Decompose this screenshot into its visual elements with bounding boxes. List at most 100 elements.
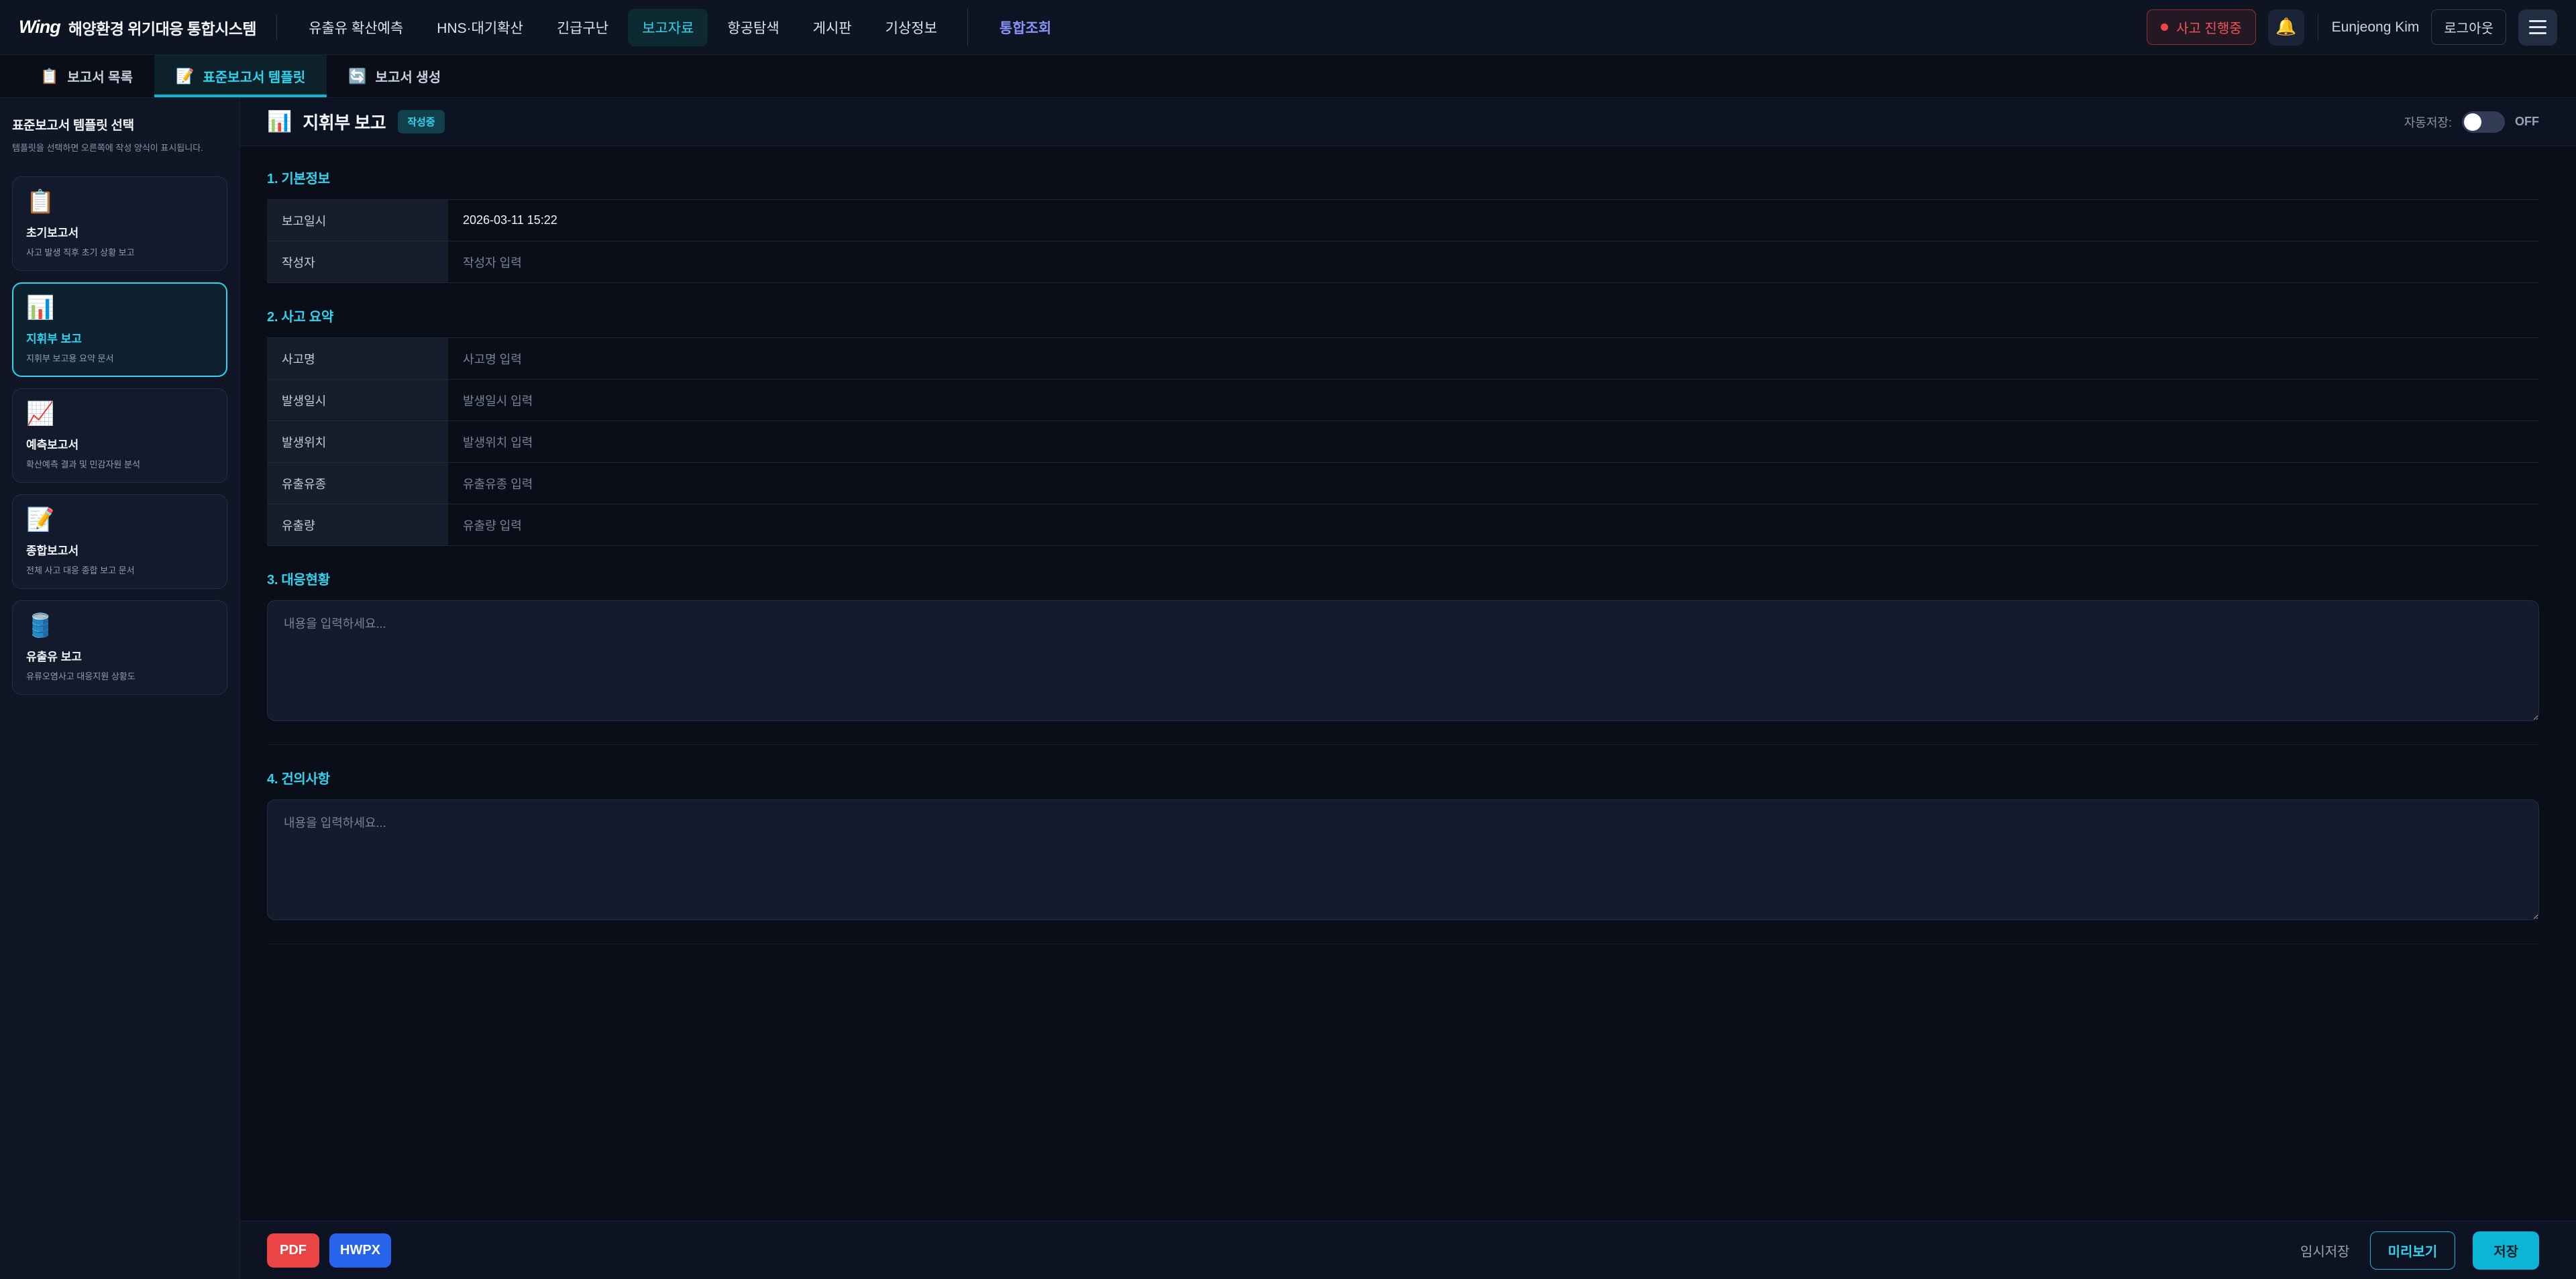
section-title-suggestions: 4. 건의사항 (267, 768, 2539, 787)
nav-item-aerial-search[interactable]: 항공탐색 (713, 9, 793, 46)
bar-chart-icon: 📊 (26, 296, 213, 319)
logout-button[interactable]: 로그아웃 (2431, 9, 2506, 45)
section-title-basic-info: 1. 기본정보 (267, 168, 2539, 187)
autosave-control: 자동저장: OFF (2404, 111, 2539, 133)
autosave-state: OFF (2515, 115, 2539, 129)
preview-button[interactable]: 미리보기 (2370, 1231, 2456, 1270)
incident-summary-table: 사고명 사고명 입력 발생일시 발생일시 입력 발생위치 발생위치 입력 유출유… (267, 337, 2539, 546)
tab-report-generate-label: 보고서 생성 (376, 66, 441, 86)
incident-dot-icon (2161, 23, 2168, 31)
suggestions-textarea[interactable] (267, 799, 2539, 920)
nav-separator (276, 15, 277, 40)
app-title: 해양환경 위기대응 통합시스템 (68, 16, 256, 39)
memo-icon: 📝 (26, 508, 213, 531)
export-hwpx-button[interactable]: HWPX (329, 1233, 391, 1268)
template-desc: 사고 발생 직후 초기 상황 보고 (26, 245, 213, 258)
notification-button[interactable]: 🔔 (2268, 9, 2304, 46)
temp-save-button[interactable]: 임시저장 (2298, 1233, 2353, 1268)
export-pdf-button[interactable]: PDF (267, 1233, 319, 1268)
report-footer-bar: PDF HWPX 임시저장 미리보기 저장 (240, 1221, 2576, 1279)
template-card-command-report[interactable]: 📊 지휘부 보고 지휘부 보고용 요약 문서 (12, 282, 227, 377)
field-input-spill-amount[interactable]: 유출량 입력 (448, 504, 2539, 546)
topnav-right-group: 사고 진행중 🔔 Eunjeong Kim 로그아웃 (2147, 9, 2557, 46)
response-status-textarea[interactable] (267, 600, 2539, 721)
autosave-toggle[interactable] (2462, 111, 2505, 133)
template-card-prediction-report[interactable]: 📈 예측보고서 확산예측 결과 및 민감자원 분석 (12, 388, 227, 483)
tab-report-list-label: 보고서 목록 (67, 66, 133, 86)
template-title: 유출유 보고 (26, 647, 213, 664)
report-tabbar: 📋 보고서 목록 📝 표준보고서 템플릿 🔄 보고서 생성 (0, 55, 2576, 98)
incident-in-progress-badge[interactable]: 사고 진행중 (2147, 9, 2256, 45)
autosave-label: 자동저장: (2404, 113, 2452, 131)
field-label-author: 작성자 (267, 241, 448, 283)
field-value-report-datetime[interactable]: 2026-03-11 15:22 (448, 200, 2539, 241)
field-label-report-datetime: 보고일시 (267, 200, 448, 241)
nav-item-emergency-rescue[interactable]: 긴급구난 (543, 9, 623, 46)
table-row: 발생일시 발생일시 입력 (267, 380, 2539, 421)
basic-info-table: 보고일시 2026-03-11 15:22 작성자 작성자 입력 (267, 199, 2539, 283)
bar-chart-icon: 📊 (267, 110, 292, 133)
sidebar-subtitle: 템플릿을 선택하면 오른쪽에 작성 양식이 표시됩니다. (12, 141, 227, 154)
template-desc: 확산예측 결과 및 민감자원 분석 (26, 457, 213, 470)
table-row: 유출유종 유출유종 입력 (267, 463, 2539, 504)
section-title-incident-summary: 2. 사고 요약 (267, 306, 2539, 325)
toggle-knob (2464, 113, 2481, 131)
hamburger-icon (2529, 20, 2546, 22)
field-label-incident-name: 사고명 (267, 338, 448, 380)
refresh-icon: 🔄 (348, 68, 366, 85)
field-input-occurrence-datetime[interactable]: 발생일시 입력 (448, 380, 2539, 421)
field-label-occurrence-datetime: 발생일시 (267, 380, 448, 421)
tab-report-list[interactable]: 📋 보고서 목록 (19, 55, 154, 97)
app-logo: Wing 해양환경 위기대응 통합시스템 (19, 16, 256, 39)
clipboard-icon: 📋 (26, 190, 213, 213)
template-desc: 전체 사고 대응 종합 보고 문서 (26, 563, 213, 576)
report-form: 1. 기본정보 보고일시 2026-03-11 15:22 작성자 작성자 입력… (240, 146, 2576, 1221)
oil-drum-icon: 🛢️ (26, 614, 213, 637)
nav-item-oil-spill-prediction[interactable]: 유출유 확산예측 (294, 9, 417, 46)
nav-accent-group: 통합조회 (967, 9, 1065, 46)
tab-report-generate[interactable]: 🔄 보고서 생성 (327, 55, 462, 97)
field-input-oil-type[interactable]: 유출유종 입력 (448, 463, 2539, 504)
status-badge-draft: 작성중 (398, 110, 444, 133)
export-buttons: PDF HWPX (267, 1233, 391, 1268)
report-header: 📊 지휘부 보고 작성중 자동저장: OFF (240, 98, 2576, 146)
sidebar-title: 표준보고서 템플릿 선택 (12, 115, 227, 133)
table-row: 유출량 유출량 입력 (267, 504, 2539, 546)
template-card-oil-spill-report[interactable]: 🛢️ 유출유 보고 유류오염사고 대응지원 상황도 (12, 600, 227, 695)
report-title: 지휘부 보고 (303, 109, 386, 134)
tab-standard-template-label: 표준보고서 템플릿 (203, 66, 305, 86)
template-title: 초기보고서 (26, 223, 213, 240)
template-title: 종합보고서 (26, 541, 213, 558)
template-desc: 지휘부 보고용 요약 문서 (26, 351, 213, 364)
table-row: 사고명 사고명 입력 (267, 338, 2539, 380)
user-name: Eunjeong Kim (2332, 19, 2420, 36)
chart-increasing-icon: 📈 (26, 402, 213, 425)
memo-icon: 📝 (176, 68, 194, 85)
section-title-response-status: 3. 대응현황 (267, 569, 2539, 588)
section-divider (267, 744, 2539, 745)
field-input-incident-name[interactable]: 사고명 입력 (448, 338, 2539, 380)
field-label-oil-type: 유출유종 (267, 463, 448, 504)
table-row: 발생위치 발생위치 입력 (267, 421, 2539, 463)
main-menu: 유출유 확산예측 HNS·대기확산 긴급구난 보고자료 항공탐색 게시판 기상정… (294, 9, 1065, 46)
table-row: 작성자 작성자 입력 (267, 241, 2539, 283)
nav-item-board[interactable]: 게시판 (799, 9, 866, 46)
top-navigation-bar: Wing 해양환경 위기대응 통합시스템 유출유 확산예측 HNS·대기확산 긴… (0, 0, 2576, 55)
template-title: 예측보고서 (26, 435, 213, 452)
nav-item-reports[interactable]: 보고자료 (628, 9, 708, 46)
main-layout: 표준보고서 템플릿 선택 템플릿을 선택하면 오른쪽에 작성 양식이 표시됩니다… (0, 98, 2576, 1279)
report-editor-panel: 📊 지휘부 보고 작성중 자동저장: OFF 1. 기본정보 보고일시 2026… (240, 98, 2576, 1279)
tab-standard-report-template[interactable]: 📝 표준보고서 템플릿 (154, 55, 327, 97)
incident-badge-label: 사고 진행중 (2176, 17, 2242, 37)
field-input-occurrence-location[interactable]: 발생위치 입력 (448, 421, 2539, 463)
hamburger-menu-button[interactable] (2518, 9, 2557, 46)
template-card-initial-report[interactable]: 📋 초기보고서 사고 발생 직후 초기 상황 보고 (12, 176, 227, 271)
save-button[interactable]: 저장 (2473, 1231, 2539, 1270)
field-input-author[interactable]: 작성자 입력 (448, 241, 2539, 283)
template-title: 지휘부 보고 (26, 329, 213, 346)
field-label-spill-amount: 유출량 (267, 504, 448, 546)
nav-item-weather-info[interactable]: 기상정보 (871, 9, 951, 46)
nav-item-integrated-search[interactable]: 통합조회 (985, 9, 1065, 46)
nav-item-hns-atmospheric[interactable]: HNS·대기확산 (423, 9, 537, 46)
template-card-comprehensive-report[interactable]: 📝 종합보고서 전체 사고 대응 종합 보고 문서 (12, 494, 227, 589)
